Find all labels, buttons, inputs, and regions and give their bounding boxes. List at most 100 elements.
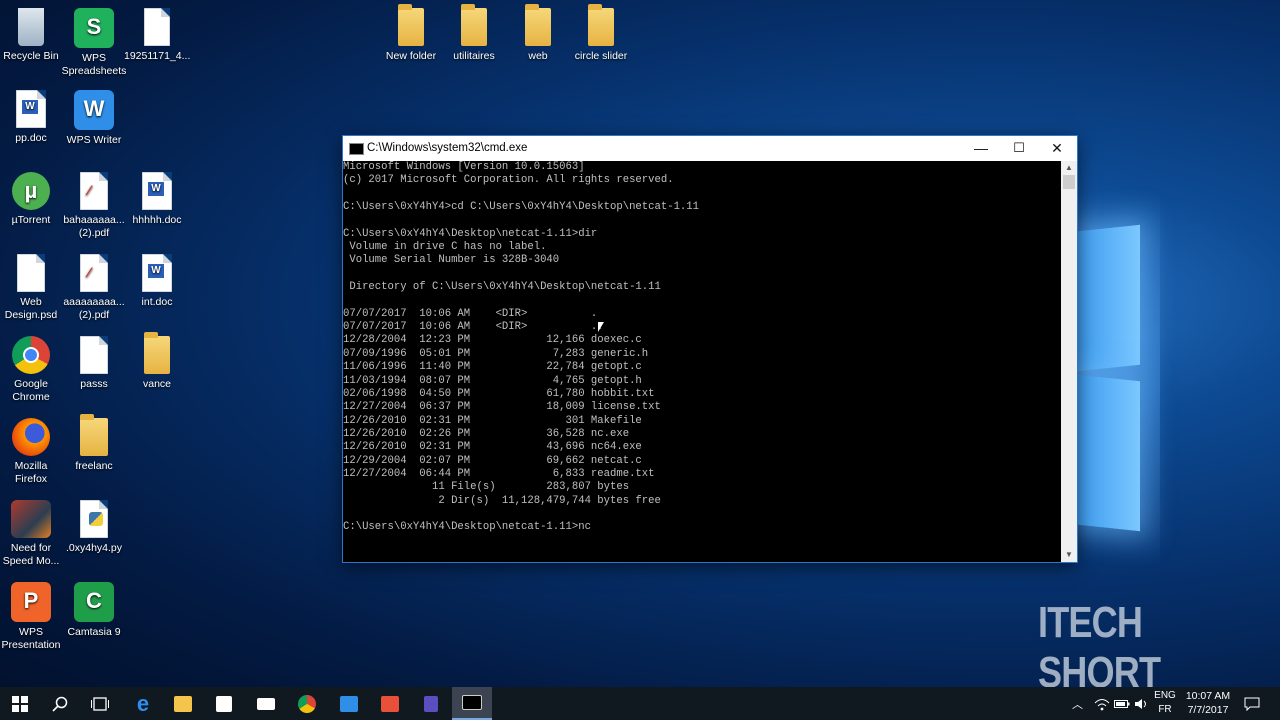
desktop-icon-wps-presentation[interactable]: P WPS Presentation [0, 580, 64, 652]
chrome-icon [12, 336, 50, 374]
desktop-icon-wps-spreadsheets[interactable]: S WPS Spreadsheets [61, 6, 127, 78]
search-button[interactable] [40, 687, 80, 720]
icon-label: New folder [385, 50, 437, 62]
taskbar-mail[interactable] [246, 687, 286, 720]
recycle-bin-icon [18, 8, 44, 46]
volume-icon[interactable] [1134, 687, 1148, 720]
icon-label: Need for Speed Mo... [2, 542, 60, 567]
desktop-icon-python-file[interactable]: .0xy4hy4.py [61, 498, 127, 555]
desktop-icon-hhhhh-doc[interactable]: W hhhhh.doc [124, 170, 190, 227]
wps-writer-icon: W [74, 90, 114, 130]
network-icon[interactable] [1094, 687, 1110, 720]
close-button[interactable]: ✕ [1037, 136, 1077, 161]
wps-writer-icon [340, 695, 358, 712]
camtasia-icon: C [74, 582, 114, 622]
icon-label: int.doc [141, 296, 173, 308]
desktop-icon-need-for-speed[interactable]: Need for Speed Mo... [0, 498, 64, 568]
desktop-icon-web[interactable]: web [505, 4, 571, 63]
task-view-button[interactable] [80, 687, 120, 720]
show-hidden-icons[interactable]: ︿ [1072, 687, 1083, 720]
wps-presentation-icon: P [11, 582, 51, 622]
console-line: 12/26/2010 02:31 PM 301 Makefile [343, 414, 642, 427]
cmd-window[interactable]: C:\Windows\system32\cmd.exe — ☐ ✕ Micros… [343, 136, 1077, 562]
desktop-icon-freelanc[interactable]: freelanc [61, 414, 127, 473]
icon-label: pp.doc [15, 132, 47, 144]
desktop-icon-google-chrome[interactable]: Google Chrome [0, 334, 64, 404]
icon-label: .0xy4hy4.py [65, 542, 123, 554]
taskbar-wps-writer[interactable] [329, 687, 369, 720]
icon-label: bahaaaaaa... (2).pdf [63, 214, 125, 239]
taskbar-edge[interactable]: e [123, 687, 163, 720]
icon-label: WPS Writer [66, 134, 122, 146]
utorrent-icon: µ [12, 172, 50, 210]
chevron-up-icon: ︿ [1072, 698, 1083, 711]
taskbar-store[interactable] [204, 687, 244, 720]
search-icon [52, 696, 68, 712]
desktop-icon-19251171[interactable]: 19251171_4... [124, 6, 190, 63]
icon-label: Google Chrome [12, 378, 50, 403]
firefox-icon [12, 418, 50, 456]
desktop-icon-bahaaa-pdf[interactable]: ⁄ bahaaaaaa... (2).pdf [61, 170, 127, 240]
console-line: 07/07/2017 10:06 AM <DIR> . [343, 307, 598, 320]
scrollbar[interactable]: ▲ ▼ [1061, 161, 1077, 562]
folder-icon [525, 4, 551, 46]
console-line: Volume Serial Number is 328B-3040 [343, 254, 560, 267]
icon-label: WPS Spreadsheets [61, 52, 127, 77]
maximize-button[interactable]: ☐ [999, 136, 1039, 161]
desktop-icon-pp-doc[interactable]: W pp.doc [0, 88, 64, 145]
desktop-icon-vance[interactable]: vance [124, 332, 190, 391]
console-line: 07/07/2017 10:06 AM <DIR> .. [343, 321, 604, 334]
minimize-button[interactable]: — [961, 136, 1001, 161]
desktop-icon-camtasia[interactable]: C Camtasia 9 [61, 580, 127, 639]
folder-icon [588, 4, 614, 46]
desktop-icon-utilitaires[interactable]: utilitaires [441, 4, 507, 63]
folder-icon [398, 4, 424, 46]
taskbar: e ︿ ENG FR 10:07 AM 7/7/2017 [0, 687, 1280, 720]
console-output[interactable]: Microsoft Windows [Version 10.0.15063] (c… [343, 161, 1061, 562]
action-center-button[interactable] [1244, 687, 1260, 720]
taskbar-cmd[interactable] [452, 687, 492, 720]
desktop-icon-recycle-bin[interactable]: Recycle Bin [0, 6, 64, 63]
desktop-icon-new-folder[interactable]: New folder [378, 4, 444, 63]
file-explorer-icon [174, 695, 192, 712]
console-line: C:\Users\0xY4hY4>cd C:\Users\0xY4hY4\Des… [343, 201, 700, 214]
taskbar-file-explorer[interactable] [163, 687, 203, 720]
battery-icon[interactable] [1114, 687, 1130, 720]
icon-label: freelanc [75, 460, 113, 472]
scroll-down-icon[interactable]: ▼ [1061, 548, 1077, 562]
clock-time: 10:07 AM [1185, 690, 1231, 702]
file-icon [144, 8, 170, 46]
input-language[interactable]: ENG FR [1152, 689, 1178, 717]
taskbar-camtasia[interactable] [370, 687, 410, 720]
taskbar-teams[interactable] [411, 687, 451, 720]
icon-label: utilitaires [453, 50, 495, 62]
cmd-titlebar[interactable]: C:\Windows\system32\cmd.exe — ☐ ✕ [343, 136, 1077, 161]
word-doc-icon: W [142, 254, 172, 292]
icon-label: vance [142, 378, 172, 390]
desktop-icon-utorrent[interactable]: µ µTorrent [0, 170, 64, 227]
desktop-icon-aaaa-pdf[interactable]: ⁄ aaaaaaaaa... (2).pdf [61, 252, 127, 322]
desktop-icon-circle-slider[interactable]: circle slider [568, 4, 634, 63]
desktop-icon-int-doc[interactable]: W int.doc [124, 252, 190, 309]
watermark: ITECH SHORT [1038, 598, 1161, 697]
notification-icon [1244, 697, 1260, 711]
icon-label: Recycle Bin [3, 50, 59, 62]
desktop-icon-mozilla-firefox[interactable]: Mozilla Firefox [0, 416, 64, 486]
icon-label: WPS Presentation [1, 626, 61, 651]
desktop-icon-wps-writer[interactable]: W WPS Writer [61, 88, 127, 147]
desktop-icon-web-design[interactable]: Web Design.psd [0, 252, 64, 322]
scrollbar-thumb[interactable] [1063, 175, 1075, 189]
console-line: (c) 2017 Microsoft Corporation. All righ… [343, 174, 674, 187]
taskbar-chrome[interactable] [287, 687, 327, 720]
scroll-up-icon[interactable]: ▲ [1061, 161, 1077, 175]
console-line: 12/26/2010 02:31 PM 43,696 nc64.exe [343, 441, 642, 454]
console-line: 12/28/2004 12:23 PM 12,166 doexec.c [343, 334, 642, 347]
clock[interactable]: 10:07 AM 7/7/2017 [1182, 689, 1234, 717]
start-button[interactable] [0, 687, 40, 720]
chrome-icon [298, 694, 316, 713]
folder-icon [461, 4, 487, 46]
desktop-icon-passs[interactable]: passs [61, 334, 127, 391]
